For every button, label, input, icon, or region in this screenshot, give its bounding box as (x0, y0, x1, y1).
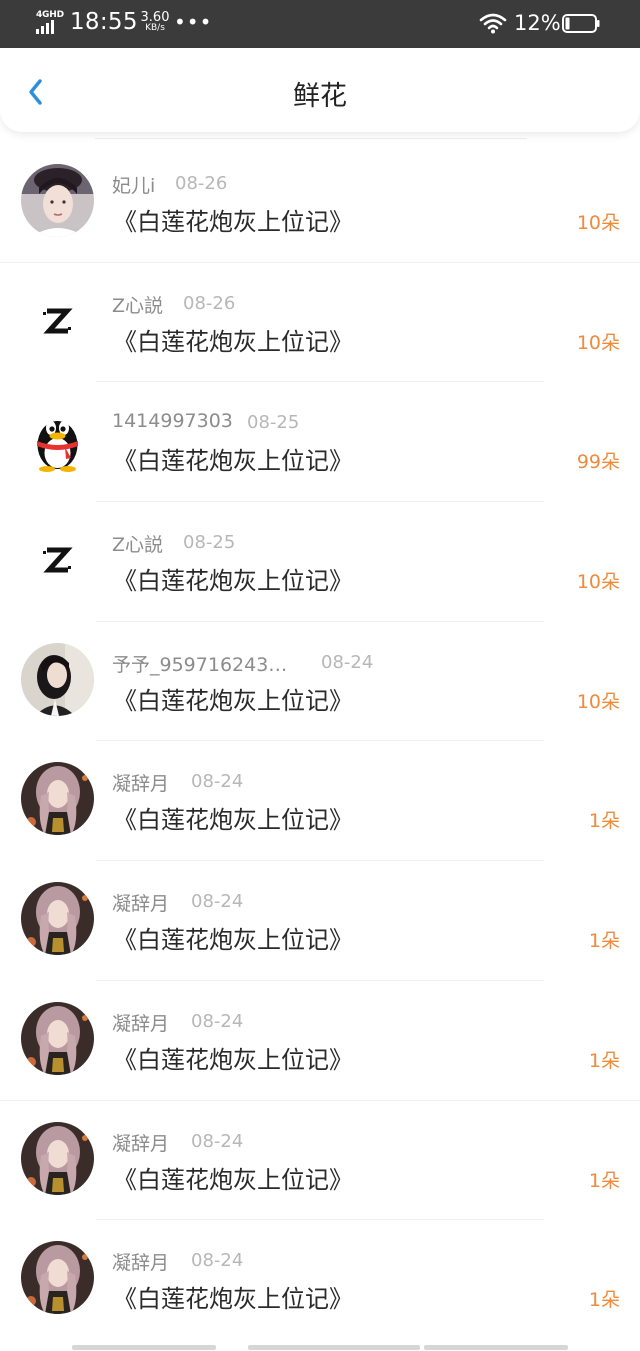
girl-avatar-icon (21, 642, 94, 716)
avatar[interactable] (21, 642, 94, 716)
avatar[interactable] (21, 1001, 94, 1075)
signal-icon: 4GHD (34, 10, 64, 36)
send-date: 08-25 (183, 532, 236, 554)
z-logo-icon (21, 523, 94, 597)
sender-name: 予予_959716243… (112, 653, 288, 676)
list-item[interactable]: 凝辞月 08-24 《白莲花炮灰上位记》 1朵 (0, 861, 640, 981)
flower-list: 妃儿i 08-26 《白莲花炮灰上位记》 10朵 Z心説 08-26 《白莲花炮… (0, 143, 640, 1340)
send-date: 08-24 (321, 651, 374, 673)
sender-name: Z心説 (112, 294, 164, 317)
book-title: 《白莲花炮灰上位记》 (113, 1285, 353, 1314)
send-date: 08-24 (191, 1010, 244, 1032)
wifi-icon (479, 13, 507, 34)
sender-name: 凝辞月 (112, 1252, 170, 1275)
list-item[interactable]: 妃儿i 08-26 《白莲花炮灰上位记》 10朵 (0, 143, 640, 263)
list-item[interactable]: 凝辞月 08-24 《白莲花炮灰上位记》 1朵 (0, 981, 640, 1101)
list-item[interactable]: 凝辞月 08-24 《白莲花炮灰上位记》 1朵 (0, 1220, 640, 1340)
send-date: 08-24 (191, 771, 244, 793)
list-item[interactable]: 凝辞月 08-24 《白莲花炮灰上位记》 1朵 (0, 741, 640, 862)
page-title: 鲜花 (293, 81, 347, 112)
flower-count: 10朵 (576, 331, 620, 354)
avatar[interactable] (21, 762, 94, 836)
book-title: 《白莲花炮灰上位记》 (113, 926, 353, 955)
avatar[interactable] (21, 403, 94, 477)
avatar[interactable] (21, 164, 94, 237)
book-title: 《白莲花炮灰上位记》 (113, 1165, 353, 1194)
book-title: 《白莲花炮灰上位记》 (113, 567, 353, 596)
battery-percent: 12% (514, 11, 561, 35)
list-item[interactable]: 予予_959716243… 08-24 《白莲花炮灰上位记》 10朵 (0, 622, 640, 742)
network-speed: 3.60 KB/s (138, 10, 172, 34)
anime-avatar-icon (21, 762, 94, 836)
more-notifications-icon: ••• (174, 10, 213, 34)
send-date: 08-24 (191, 1250, 244, 1272)
avatar[interactable] (21, 523, 94, 597)
flower-count: 1朵 (588, 1289, 620, 1312)
flower-count: 1朵 (588, 930, 620, 953)
book-title: 《白莲花炮灰上位记》 (113, 806, 353, 835)
bottom-scroll-indicator (0, 1345, 640, 1351)
book-title: 《白莲花炮灰上位记》 (113, 686, 353, 715)
sender-name: 凝辞月 (112, 1012, 170, 1035)
list-item[interactable]: Z心説 08-26 《白莲花炮灰上位记》 10朵 (0, 263, 640, 383)
sender-name: Z心説 (112, 534, 164, 557)
book-title: 《白莲花炮灰上位记》 (113, 327, 353, 356)
avatar[interactable] (21, 1241, 94, 1315)
send-date: 08-24 (191, 1130, 244, 1152)
list-item[interactable]: 凝辞月 08-24 《白莲花炮灰上位记》 1朵 (0, 1101, 640, 1221)
network-type: 4GHD (36, 10, 64, 20)
sender-name: 1414997303 (112, 410, 233, 433)
status-bar: 4GHD 18:55 3.60 KB/s ••• 12% (0, 0, 640, 48)
flower-count: 1朵 (588, 1049, 620, 1072)
flower-count: 99朵 (576, 451, 620, 474)
header-bar: 鲜花 (0, 48, 640, 132)
send-date: 08-24 (191, 891, 244, 913)
flower-count: 1朵 (588, 810, 620, 833)
z-logo-icon (21, 283, 94, 357)
book-title: 《白莲花炮灰上位记》 (113, 208, 353, 236)
flower-count: 10朵 (576, 212, 620, 234)
anime-avatar-icon (21, 1241, 94, 1315)
send-date: 08-26 (183, 292, 236, 314)
portrait-avatar-icon (21, 164, 94, 237)
header-divider (95, 138, 527, 139)
sender-name: 凝辞月 (112, 1132, 170, 1155)
book-title: 《白莲花炮灰上位记》 (113, 1045, 353, 1074)
sender-name: 凝辞月 (112, 773, 170, 796)
speed-value: 3.60 (140, 10, 170, 25)
flower-count: 10朵 (576, 690, 620, 713)
sender-name: 妃儿i (112, 175, 156, 197)
avatar[interactable] (21, 1121, 94, 1195)
send-date: 08-26 (175, 173, 228, 194)
clock: 18:55 (70, 9, 138, 35)
flower-count: 1朵 (588, 1169, 620, 1192)
avatar[interactable] (21, 283, 94, 357)
flower-count: 10朵 (576, 571, 620, 594)
qq-penguin-icon (21, 403, 94, 477)
book-title: 《白莲花炮灰上位记》 (113, 447, 353, 476)
sender-name: 凝辞月 (112, 893, 170, 916)
anime-avatar-icon (21, 1001, 94, 1075)
battery-icon (562, 14, 600, 33)
anime-avatar-icon (21, 1121, 94, 1195)
anime-avatar-icon (21, 882, 94, 956)
avatar[interactable] (21, 882, 94, 956)
list-item[interactable]: Z心説 08-25 《白莲花炮灰上位记》 10朵 (0, 502, 640, 622)
send-date: 08-25 (247, 412, 300, 434)
list-item[interactable]: 1414997303 08-25 《白莲花炮灰上位记》 99朵 (0, 382, 640, 503)
